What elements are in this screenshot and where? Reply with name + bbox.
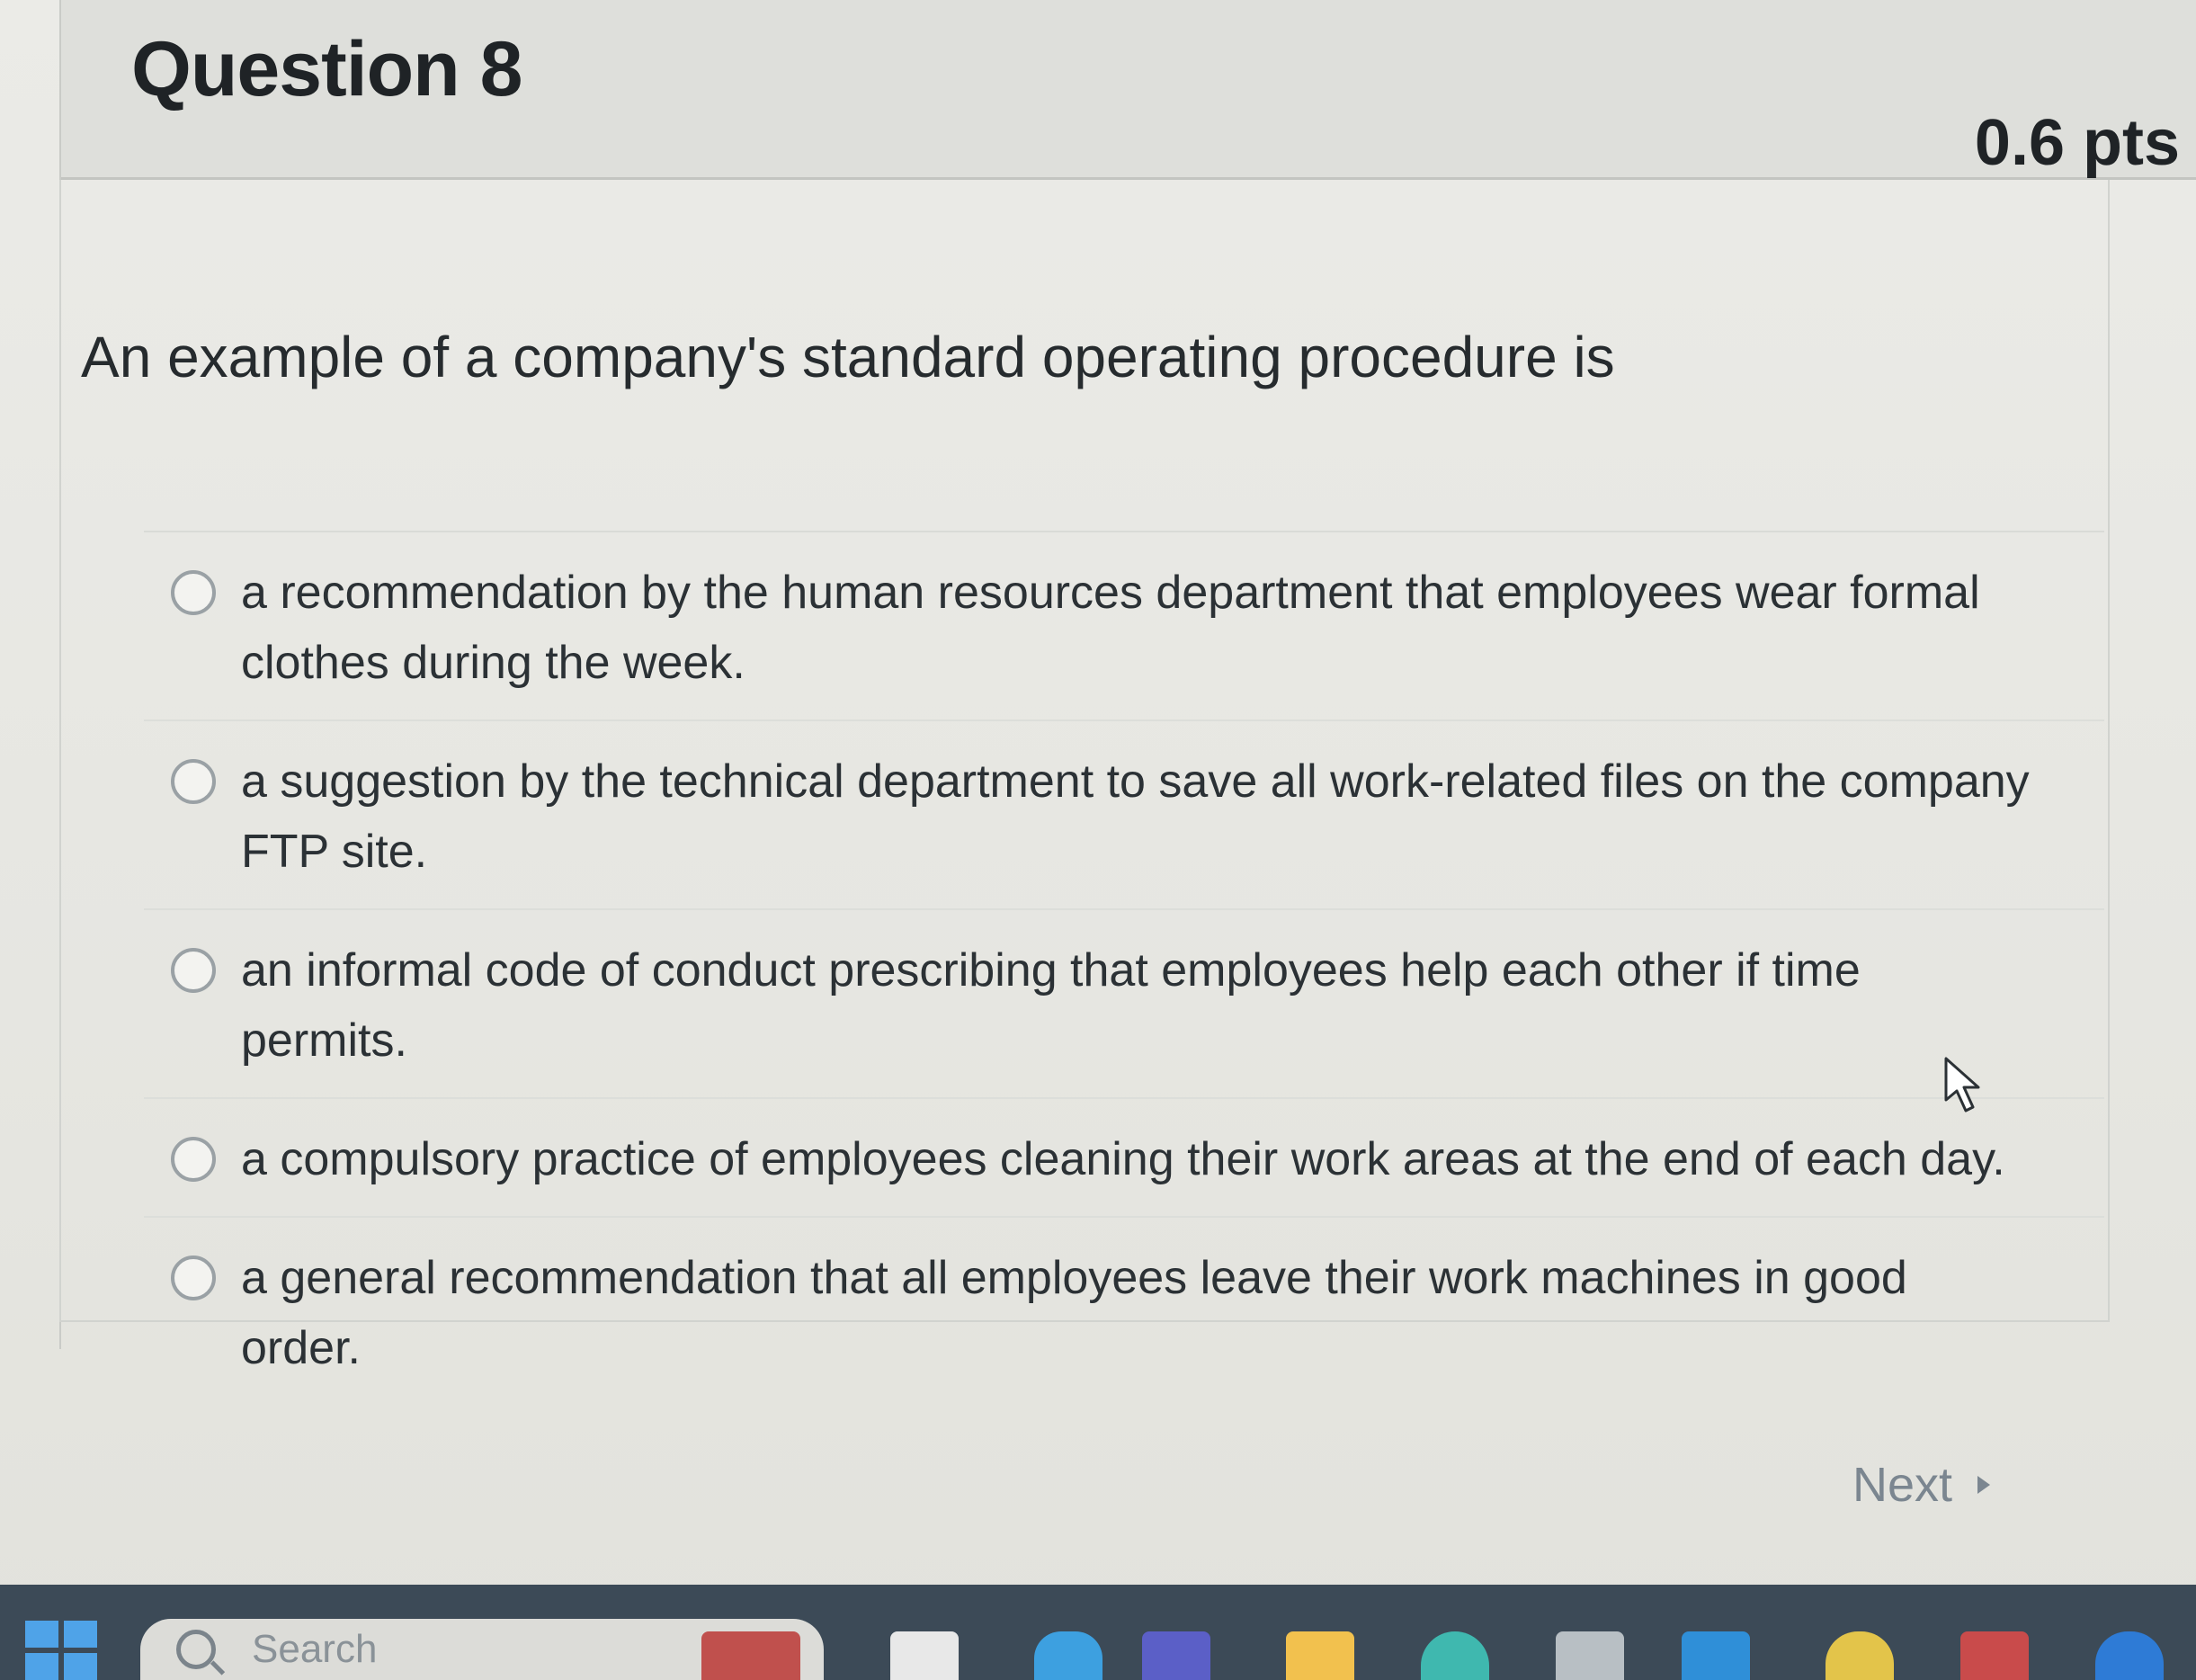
next-button[interactable]: Next — [1852, 1457, 1991, 1513]
teams-icon[interactable] — [1142, 1631, 1210, 1680]
answer-label[interactable]: a recommendation by the human resources … — [241, 558, 2040, 698]
chrome-icon[interactable] — [1421, 1631, 1489, 1680]
store-icon[interactable] — [1682, 1631, 1750, 1680]
radio-button[interactable] — [171, 570, 216, 615]
answer-label[interactable]: an informal code of conduct prescribing … — [241, 935, 2040, 1076]
taskbar: Search — [0, 1585, 2196, 1680]
answer-label[interactable]: a general recommendation that all employ… — [241, 1243, 2040, 1383]
answer-option-1[interactable]: a recommendation by the human resources … — [144, 532, 2104, 721]
answer-option-5[interactable]: a general recommendation that all employ… — [144, 1218, 2104, 1405]
widgets-icon[interactable] — [701, 1631, 800, 1680]
mouse-cursor-icon — [1944, 1057, 1980, 1113]
mail-icon[interactable] — [1960, 1631, 2029, 1680]
radio-button[interactable] — [171, 948, 216, 993]
next-label[interactable]: Next — [1852, 1457, 1952, 1513]
answer-option-4[interactable]: a compulsory practice of employees clean… — [144, 1099, 2104, 1218]
file-explorer-icon[interactable] — [1286, 1631, 1354, 1680]
question-title: Question 8 — [131, 26, 522, 112]
question-points: 0.6 pts — [1974, 107, 2180, 179]
file-icon[interactable] — [890, 1631, 959, 1680]
quiz-page: Question 8 0.6 pts An example of a compa… — [0, 0, 2196, 1680]
answer-label[interactable]: a suggestion by the technical department… — [241, 746, 2040, 887]
answer-label[interactable]: a compulsory practice of employees clean… — [241, 1124, 2005, 1194]
question-header: Question 8 0.6 pts — [61, 0, 2196, 180]
answer-option-2[interactable]: a suggestion by the technical department… — [144, 721, 2104, 910]
search-icon — [176, 1630, 216, 1669]
question-text: An example of a company's standard opera… — [81, 325, 1615, 389]
edge-icon[interactable] — [1034, 1631, 1102, 1680]
radio-button[interactable] — [171, 1137, 216, 1182]
windows-start-icon[interactable] — [25, 1621, 97, 1680]
app-icon[interactable] — [2095, 1631, 2164, 1680]
print-icon[interactable] — [1556, 1631, 1624, 1680]
radio-button[interactable] — [171, 759, 216, 804]
radio-button[interactable] — [171, 1256, 216, 1300]
search-placeholder[interactable]: Search — [252, 1627, 377, 1672]
play-arrow-icon — [1977, 1476, 1991, 1494]
answer-option-3[interactable]: an informal code of conduct prescribing … — [144, 910, 2104, 1099]
app-icon[interactable] — [1826, 1631, 1894, 1680]
answer-list: a recommendation by the human resources … — [144, 531, 2104, 1405]
